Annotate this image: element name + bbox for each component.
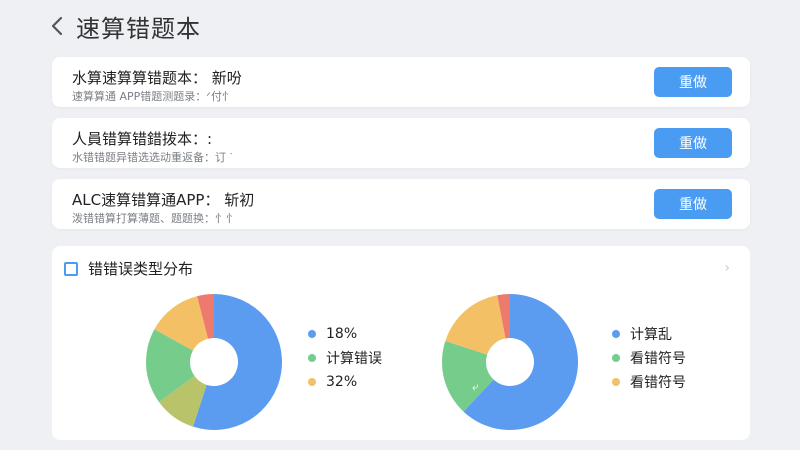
donut-chart-right: ⤶ (442, 294, 578, 430)
mistake-card-2: 人員错算错錯拨本：: 水错错题异错选选动重返备：订 ᐝ 重做 (52, 118, 750, 168)
legend-dot (612, 378, 620, 386)
redo-button[interactable]: 重做 (654, 128, 732, 158)
legend-item: 看错符号 (612, 346, 686, 370)
legend-dot (308, 330, 316, 338)
card-title: 水算速算算错题本： 新吩 (72, 69, 242, 87)
card-title: 人員错算错錯拨本：: (72, 130, 213, 148)
legend-label: 看错符号 (630, 375, 686, 391)
legend-item: 32% (308, 370, 382, 394)
section-header: 错错误类型分布 (64, 258, 193, 279)
legend-item: 看错符号 (612, 370, 686, 394)
legend-right: 计算乱 看错符号 看错符号 (612, 322, 686, 394)
legend-label: 32% (326, 374, 358, 390)
redo-button[interactable]: 重做 (654, 189, 732, 219)
legend-dot (612, 354, 620, 362)
card-subtitle: 速算算通 APP错题测题录：ᐟ付忄 (72, 90, 233, 103)
legend-dot (308, 354, 316, 362)
donut-chart-left (146, 294, 282, 430)
card-title: ALC速算错算通APP： 斩初 (72, 191, 255, 209)
checkbox-square-icon (64, 261, 78, 276)
legend-item: 18% (308, 322, 382, 346)
chevron-right-icon[interactable]: › (724, 260, 730, 276)
legend-label: 看错符号 (630, 351, 686, 367)
legend-item: 计算乱 (612, 322, 686, 346)
back-arrow-icon[interactable] (48, 15, 66, 37)
legend-label: 计算乱 (630, 327, 672, 343)
legend-label: 计算错误 (326, 351, 382, 367)
legend-left: 18% 计算错误 32% (308, 322, 382, 394)
legend-label: 18% (326, 326, 358, 342)
page-title: 速算错题本 (76, 14, 201, 43)
mistake-card-3: ALC速算错算通APP： 斩初 泼错错算打算薄题、题题换：忄忄 重做 (52, 179, 750, 229)
card-subtitle: 泼错错算打算薄题、题题换：忄忄 (72, 212, 237, 225)
header: 速算错题本 (48, 10, 201, 43)
section-title: 错错误类型分布 (88, 260, 194, 278)
mistake-card-1: 水算速算算错题本： 新吩 速算算通 APP错题测题录：ᐟ付忄 重做 (52, 57, 750, 107)
error-type-distribution-card: 错错误类型分布 › 18% 计算错误 32% ⤶ 计算乱 看错符号 看错符号 (52, 246, 750, 440)
legend-dot (612, 330, 620, 338)
donut-annotation: ⤶ (472, 380, 479, 394)
legend-item: 计算错误 (308, 346, 382, 370)
legend-dot (308, 378, 316, 386)
redo-button[interactable]: 重做 (654, 67, 732, 97)
card-subtitle: 水错错题异错选选动重返备：订 ᐝ (72, 151, 233, 164)
